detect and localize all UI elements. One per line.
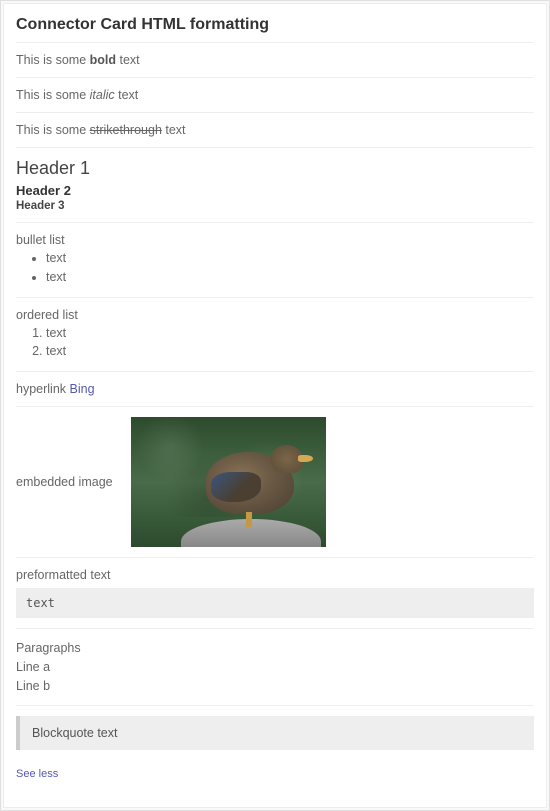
preformatted-block: text [16, 588, 534, 618]
section-italic-text: This is some italic text [16, 77, 534, 112]
ordered-list-label: ordered list [16, 308, 534, 322]
list-item: text [46, 324, 534, 343]
text-prefix: This is some [16, 53, 90, 67]
embedded-image-label: embedded image [16, 475, 113, 489]
text-suffix: text [162, 123, 186, 137]
text-suffix: text [115, 88, 139, 102]
header-3: Header 3 [16, 200, 534, 212]
section-bold-text: This is some bold text [16, 42, 534, 77]
paragraph-line: Line a [16, 658, 534, 677]
text-prefix: This is some [16, 88, 90, 102]
section-headers: Header 1 Header 2 Header 3 [16, 147, 534, 222]
hyperlink-prefix: hyperlink [16, 382, 70, 396]
section-hyperlink: hyperlink Bing [16, 371, 534, 406]
strike-word: strikethrough [90, 123, 162, 137]
ordered-list: text text [16, 324, 534, 362]
section-paragraphs: Paragraphs Line a Line b [16, 628, 534, 705]
bold-word: bold [90, 53, 116, 67]
see-less-link[interactable]: See less [16, 760, 534, 780]
paragraphs-label: Paragraphs [16, 639, 534, 658]
section-bullet-list: bullet list text text [16, 222, 534, 297]
bullet-list-label: bullet list [16, 233, 534, 247]
card-title: Connector Card HTML formatting [16, 12, 534, 42]
section-blockquote: Blockquote text [16, 705, 534, 760]
section-preformatted: preformatted text text [16, 557, 534, 628]
embedded-image [131, 417, 326, 547]
header-2: Header 2 [16, 183, 534, 198]
section-strikethrough-text: This is some strikethrough text [16, 112, 534, 147]
text-suffix: text [116, 53, 140, 67]
section-embedded-image: embedded image [16, 406, 534, 557]
hyperlink-bing[interactable]: Bing [70, 382, 95, 396]
text-prefix: This is some [16, 123, 90, 137]
paragraph-line: Line b [16, 677, 534, 696]
preformatted-label: preformatted text [16, 568, 534, 582]
header-1: Header 1 [16, 158, 534, 179]
bullet-list: text text [16, 249, 534, 287]
list-item: text [46, 249, 534, 268]
connector-card: Connector Card HTML formatting This is s… [3, 3, 547, 808]
blockquote: Blockquote text [16, 716, 534, 750]
list-item: text [46, 342, 534, 361]
list-item: text [46, 268, 534, 287]
italic-word: italic [90, 88, 115, 102]
section-ordered-list: ordered list text text [16, 297, 534, 372]
